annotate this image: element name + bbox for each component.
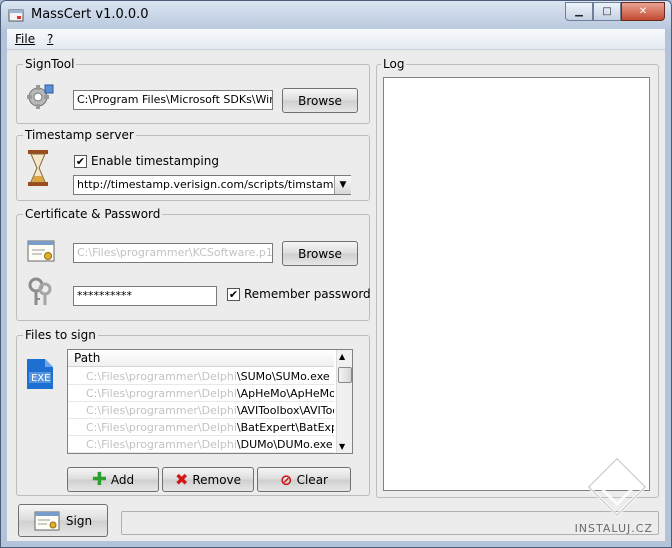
files-scrollbar[interactable]: ▲ ▼ xyxy=(336,350,352,453)
window-title: MassCert v1.0.0.0 xyxy=(31,7,149,22)
remember-password-label: Remember password xyxy=(244,287,371,301)
x-icon: ✖ xyxy=(174,470,189,489)
sign-button[interactable]: Sign xyxy=(18,504,108,537)
menu-bar: File ? xyxy=(7,29,665,50)
files-list[interactable]: Path C:\Files\programmer\Delphi\SUMo\SUM… xyxy=(67,349,353,454)
gear-icon xyxy=(27,84,54,109)
remove-button[interactable]: ✖ Remove xyxy=(162,467,254,492)
close-icon: ✕ xyxy=(638,6,648,17)
scroll-thumb[interactable] xyxy=(338,367,352,383)
signtool-legend: SignTool xyxy=(23,57,77,71)
keys-icon xyxy=(28,277,52,305)
minimize-icon: ▁ xyxy=(575,6,583,17)
no-entry-icon: ⊘ xyxy=(280,470,293,489)
row-path-prefix: C:\Files\programmer\Delphi xyxy=(86,370,237,383)
row-path-file: \ApHeMo\ApHeMo.exe xyxy=(236,387,334,400)
timestamp-legend: Timestamp server xyxy=(23,128,136,142)
signtool-group: SignTool C:\Program Files\Microsoft SDKs… xyxy=(16,57,370,124)
row-path-file: \DUMo\DUMo.exe xyxy=(236,438,333,451)
row-path-prefix: C:\Files\programmer\Delphi xyxy=(86,387,237,400)
certificate-legend: Certificate & Password xyxy=(23,207,163,221)
menu-help[interactable]: ? xyxy=(47,32,53,46)
remove-button-label: Remove xyxy=(192,472,242,487)
row-path-prefix: C:\Files\programmer\Delphi xyxy=(86,404,237,417)
maximize-icon: □ xyxy=(602,6,612,17)
certificate-group: Certificate & Password C:\Files\programm… xyxy=(16,207,371,321)
sign-document-icon xyxy=(34,511,60,530)
scroll-down-icon[interactable]: ▼ xyxy=(339,442,345,451)
client-area: File ? SignTool C:\Program Files\Microso… xyxy=(7,29,665,541)
app-icon xyxy=(8,9,24,22)
files-legend: Files to sign xyxy=(23,328,98,342)
app-window: MassCert v1.0.0.0 ▁ □ ✕ File ? SignTool … xyxy=(0,0,672,548)
table-row[interactable]: C:\Files\programmer\Delphi\BatExpert\Bat… xyxy=(68,419,334,436)
clear-button-label: Clear xyxy=(296,472,328,487)
signtool-browse-button[interactable]: Browse xyxy=(282,88,358,113)
signtool-path-input[interactable]: C:\Program Files\Microsoft SDKs\Windows xyxy=(73,90,273,110)
table-row[interactable]: C:\Files\programmer\Delphi\DUMo\DUMo.exe xyxy=(68,436,334,453)
timestamp-group: Timestamp server ✔ Enable timestamping h… xyxy=(16,128,370,201)
table-row[interactable]: C:\Files\programmer\Delphi\ApHeMo\ApHeMo… xyxy=(68,385,334,402)
column-header-path[interactable]: Path xyxy=(68,350,334,367)
hourglass-icon xyxy=(28,150,48,186)
files-group: Files to sign EXE Path C:\Files\programm… xyxy=(16,328,370,496)
maximize-button[interactable]: □ xyxy=(593,2,621,21)
certificate-browse-button[interactable]: Browse xyxy=(282,241,358,266)
watermark-text: INSTALUJ.CZ xyxy=(574,522,653,535)
plus-icon: ✚ xyxy=(91,469,107,490)
table-row[interactable]: C:\Files\programmer\Delphi\SUMo\SUMo.exe xyxy=(68,368,334,385)
certificate-path-input[interactable]: C:\Files\programmer\KCSoftware.p12 xyxy=(73,243,273,263)
chevron-down-icon[interactable]: ▼ xyxy=(334,176,351,194)
title-bar[interactable]: MassCert v1.0.0.0 ▁ □ ✕ xyxy=(1,1,671,29)
sign-button-label: Sign xyxy=(65,513,93,528)
exe-badge-label: EXE xyxy=(31,373,51,384)
row-path-file: \SUMo\SUMo.exe xyxy=(236,370,330,383)
table-row[interactable]: C:\Files\programmer\Delphi\AVIToolbox\AV… xyxy=(68,402,334,419)
password-field[interactable]: ********** xyxy=(73,286,217,306)
log-legend: Log xyxy=(381,57,407,71)
row-path-prefix: C:\Files\programmer\Delphi xyxy=(86,421,237,434)
enable-timestamp-checkbox[interactable]: ✔ xyxy=(74,155,87,168)
close-button[interactable]: ✕ xyxy=(621,2,665,21)
add-button[interactable]: ✚ Add xyxy=(67,467,159,492)
row-path-file: \AVIToolbox\AVIToolbox xyxy=(236,404,334,417)
certificate-icon xyxy=(27,240,55,262)
add-button-label: Add xyxy=(110,472,135,487)
row-path-file: \BatExpert\BatExpert.exe xyxy=(236,421,334,434)
menu-file[interactable]: File xyxy=(15,32,35,46)
scroll-up-icon[interactable]: ▲ xyxy=(339,352,345,361)
log-output[interactable] xyxy=(383,77,650,491)
watermark-logo-icon xyxy=(586,456,648,518)
log-group: Log xyxy=(376,57,659,498)
minimize-button[interactable]: ▁ xyxy=(565,2,593,21)
enable-timestamp-label: Enable timestamping xyxy=(91,154,219,168)
clear-button[interactable]: ⊘ Clear xyxy=(257,467,351,492)
timestamp-url-select[interactable]: http://timestamp.verisign.com/scripts/ti… xyxy=(73,175,351,195)
row-path-prefix: C:\Files\programmer\Delphi xyxy=(86,438,237,451)
remember-password-checkbox[interactable]: ✔ xyxy=(227,288,240,301)
